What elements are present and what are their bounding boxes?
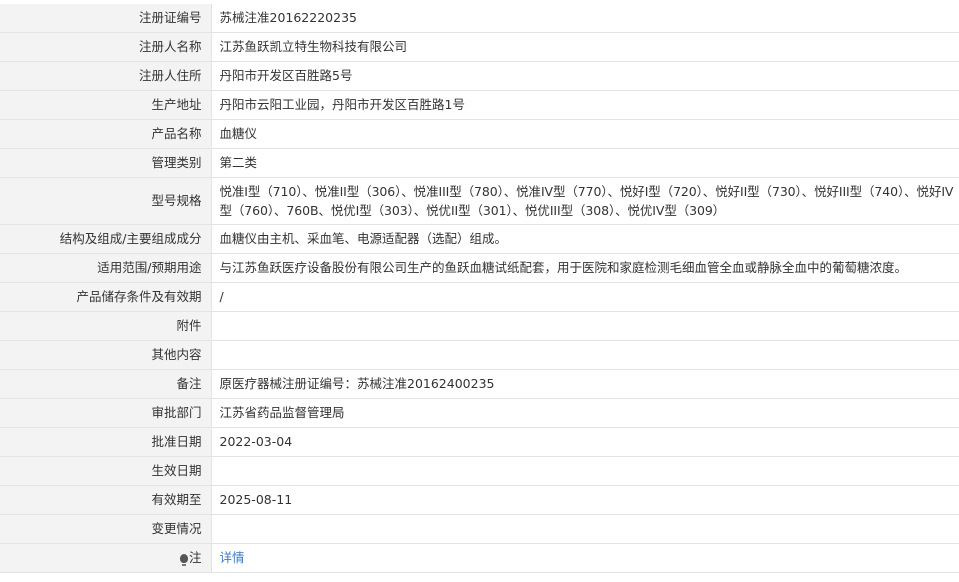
field-value: 第二类 xyxy=(211,148,959,178)
field-label: 变更情况 xyxy=(0,514,212,544)
field-label: 审批部门 xyxy=(0,398,212,428)
row-approval-department: 审批部门 江苏省药品监督管理局 xyxy=(0,398,959,428)
field-value: 江苏鱼跃凯立特生物科技有限公司 xyxy=(211,32,959,62)
field-value: 血糖仪 xyxy=(211,119,959,149)
field-label: 有效期至 xyxy=(0,485,212,515)
field-value: 丹阳市开发区百胜路5号 xyxy=(211,61,959,91)
row-approval-date: 批准日期 2022-03-04 xyxy=(0,427,959,457)
row-production-address: 生产地址 丹阳市云阳工业园，丹阳市开发区百胜路1号 xyxy=(0,90,959,120)
field-label: 生产地址 xyxy=(0,90,212,120)
field-value: 2025-08-11 xyxy=(211,485,959,515)
registration-detail-table: 注册证编号 苏械注准20162220235 注册人名称 江苏鱼跃凯立特生物科技有… xyxy=(0,4,959,573)
field-label: 产品名称 xyxy=(0,119,212,149)
field-label: 管理类别 xyxy=(0,148,212,178)
field-label: 附件 xyxy=(0,311,212,341)
field-value: 详情 xyxy=(211,543,959,573)
field-label: 备注 xyxy=(0,369,212,399)
field-value: 血糖仪由主机、采血笔、电源适配器（选配）组成。 xyxy=(211,224,959,254)
field-value: 悦准I型（710）、悦准II型（306）、悦准III型（780）、悦准IV型（7… xyxy=(211,177,959,225)
row-registrant-name: 注册人名称 江苏鱼跃凯立特生物科技有限公司 xyxy=(0,32,959,62)
row-product-name: 产品名称 血糖仪 xyxy=(0,119,959,149)
lightbulb-icon xyxy=(179,554,188,566)
field-value: 江苏省药品监督管理局 xyxy=(211,398,959,428)
note-label: 注 xyxy=(188,550,202,565)
field-value: / xyxy=(211,282,959,312)
field-label: 批准日期 xyxy=(0,427,212,457)
field-label: 产品储存条件及有效期 xyxy=(0,282,212,312)
row-other-content: 其他内容 xyxy=(0,340,959,370)
row-storage-conditions: 产品储存条件及有效期 / xyxy=(0,282,959,312)
row-registrant-address: 注册人住所 丹阳市开发区百胜路5号 xyxy=(0,61,959,91)
field-value xyxy=(211,514,959,544)
field-label: 注册人住所 xyxy=(0,61,212,91)
field-label: 型号规格 xyxy=(0,177,212,225)
row-model-spec: 型号规格 悦准I型（710）、悦准II型（306）、悦准III型（780）、悦准… xyxy=(0,177,959,225)
field-value xyxy=(211,340,959,370)
field-label: 适用范围/预期用途 xyxy=(0,253,212,283)
field-value: 苏械注准20162220235 xyxy=(211,4,959,33)
details-link[interactable]: 详情 xyxy=(220,550,245,565)
row-note: 注 详情 xyxy=(0,543,959,573)
field-label: 注册证编号 xyxy=(0,4,212,33)
row-intended-use: 适用范围/预期用途 与江苏鱼跃医疗设备股份有限公司生产的鱼跃血糖试纸配套，用于医… xyxy=(0,253,959,283)
row-remarks: 备注 原医疗器械注册证编号：苏械注准20162400235 xyxy=(0,369,959,399)
field-label: 生效日期 xyxy=(0,456,212,486)
field-value: 与江苏鱼跃医疗设备股份有限公司生产的鱼跃血糖试纸配套，用于医院和家庭检测毛细血管… xyxy=(211,253,959,283)
row-valid-until: 有效期至 2025-08-11 xyxy=(0,485,959,515)
field-label: 注 xyxy=(0,543,212,573)
field-label: 其他内容 xyxy=(0,340,212,370)
row-management-category: 管理类别 第二类 xyxy=(0,148,959,178)
field-label: 结构及组成/主要组成成分 xyxy=(0,224,212,254)
row-structure-composition: 结构及组成/主要组成成分 血糖仪由主机、采血笔、电源适配器（选配）组成。 xyxy=(0,224,959,254)
field-value: 丹阳市云阳工业园，丹阳市开发区百胜路1号 xyxy=(211,90,959,120)
field-value: 2022-03-04 xyxy=(211,427,959,457)
field-label: 注册人名称 xyxy=(0,32,212,62)
row-change-status: 变更情况 xyxy=(0,514,959,544)
field-value xyxy=(211,456,959,486)
row-attachments: 附件 xyxy=(0,311,959,341)
field-value: 原医疗器械注册证编号：苏械注准20162400235 xyxy=(211,369,959,399)
field-value xyxy=(211,311,959,341)
row-effective-date: 生效日期 xyxy=(0,456,959,486)
row-registration-number: 注册证编号 苏械注准20162220235 xyxy=(0,4,959,33)
